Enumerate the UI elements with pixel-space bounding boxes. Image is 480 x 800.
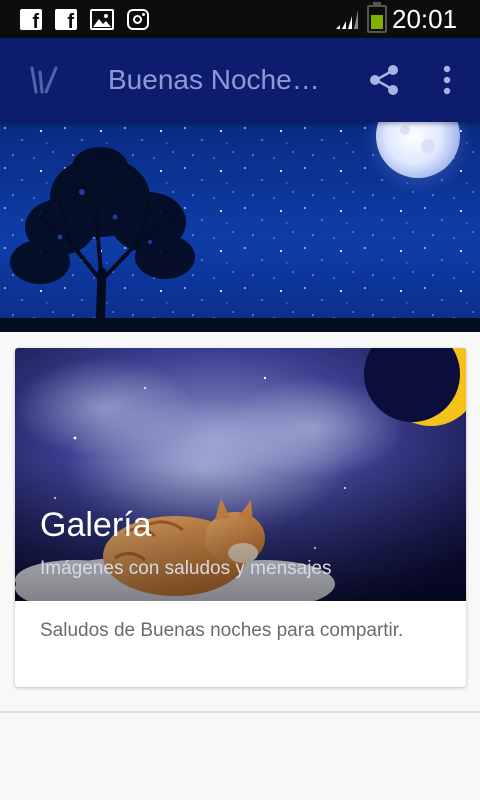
list-divider — [0, 711, 480, 713]
gallery-card-image[interactable]: Galería Imágenes con saludos y mensajes — [15, 348, 466, 601]
card-subtitle: Imágenes con saludos y mensajes — [40, 558, 332, 579]
status-time: 20:01 — [392, 4, 458, 34]
card-description: Saludos de Buenas noches para compartir. — [40, 620, 404, 641]
gallery-icon — [90, 9, 114, 30]
gallery-card[interactable]: Galería Imágenes con saludos y mensajes … — [15, 348, 466, 687]
facebook-icon: f — [20, 9, 42, 32]
battery-icon — [367, 5, 387, 33]
battery-level — [371, 15, 383, 29]
toolbar-title: Buenas Noches Amor — [108, 64, 333, 95]
more-vertical-icon[interactable] — [432, 62, 462, 98]
app-logo-icon[interactable] — [24, 64, 60, 96]
facebook-icon: f — [55, 9, 77, 32]
card-title: Galería — [40, 506, 152, 544]
share-icon[interactable] — [366, 62, 402, 98]
app-toolbar: Buenas Noches Amor — [0, 38, 480, 122]
status-bar: f f 20:01 — [0, 0, 480, 38]
signal-icon — [336, 10, 358, 29]
header-banner-image — [0, 122, 480, 332]
night-sky-illustration — [0, 122, 480, 332]
instagram-icon — [127, 9, 149, 30]
